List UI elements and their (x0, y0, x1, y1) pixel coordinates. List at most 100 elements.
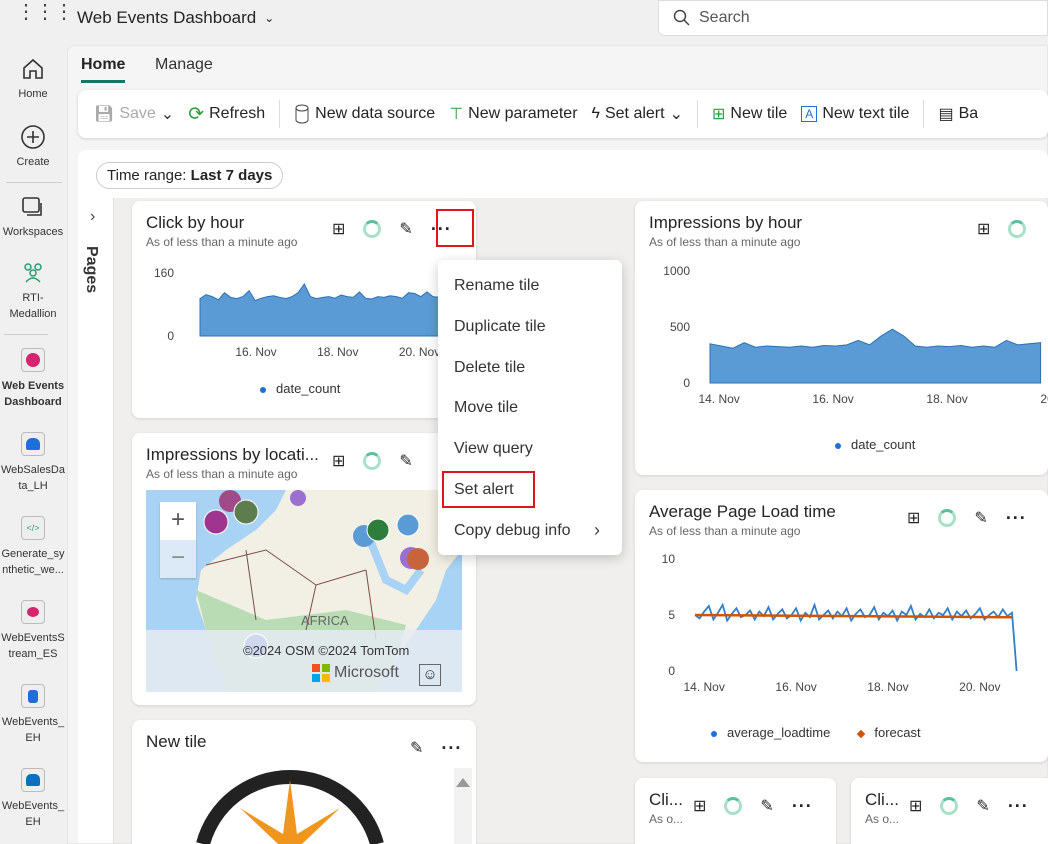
y-tick-label: 500 (670, 320, 690, 334)
x-tick-label: 20. Nov (399, 345, 440, 359)
legend-item[interactable]: date_count (835, 437, 915, 452)
nav-label: Create (16, 156, 50, 168)
tile-actions: ⊞ ✎ (332, 451, 413, 471)
more-options-icon[interactable]: ··· (1008, 797, 1029, 815)
menu-item-rename-tile[interactable]: Rename tile (454, 277, 539, 295)
nav-generate-synthetic[interactable]: </> Generate_synthetic_we... (0, 516, 66, 578)
search-input[interactable]: Search (658, 0, 1048, 36)
menu-item-duplicate-tile[interactable]: Duplicate tile (454, 318, 546, 336)
new-text-tile-button[interactable]: A New text tile (801, 105, 909, 123)
x-tick-label: 16. Nov (812, 392, 853, 406)
chevron-down-icon: ⌄ (669, 106, 683, 123)
menu-item-move-tile[interactable]: Move tile (454, 399, 518, 417)
legend-item[interactable]: forecast (857, 725, 921, 740)
table-search-icon[interactable]: ⊞ (693, 796, 706, 816)
scroll-up-icon[interactable] (456, 778, 470, 787)
separator (696, 100, 698, 128)
map-region-label: AFRICA (301, 613, 349, 628)
y-tick-label: 10 (662, 552, 676, 566)
refresh-label: Refresh (209, 105, 266, 122)
tile-title: New tile (146, 732, 207, 751)
nav-label: WebEvents_EH (1, 800, 65, 828)
lightning-icon: ϟ (591, 105, 600, 122)
table-search-icon[interactable]: ⊞ (977, 219, 990, 239)
dashboard-title-dropdown[interactable]: Web Events Dashboard ⌄ (77, 8, 274, 28)
pages-pane[interactable]: › Pages (78, 198, 114, 843)
time-range-label: Time range: (107, 167, 187, 184)
nav-webevents-eh-2[interactable]: WebEvents_EH (0, 768, 66, 830)
legend-item[interactable]: date_count (260, 381, 340, 396)
tile-impressions-by-location[interactable]: Impressions by locati... As of less than… (132, 433, 476, 705)
new-tile-button[interactable]: ⊞ New tile (712, 104, 787, 124)
pencil-icon[interactable]: ✎ (974, 508, 987, 528)
tile-subtitle: As of less than a minute ago (146, 235, 298, 249)
map[interactable]: AFRICA + − ©2024 OSM ©2024 TomTom Micros… (146, 490, 462, 692)
nav-workspaces[interactable]: Workspaces (0, 194, 66, 240)
tile-impressions-by-hour[interactable]: Impressions by hour As of less than a mi… (635, 201, 1048, 475)
table-search-icon[interactable]: ⊞ (907, 508, 920, 528)
y-tick-label: 0 (683, 376, 690, 390)
chevron-down-icon[interactable]: ⌄ (161, 104, 174, 124)
x-tick-label: 20. Nov (959, 680, 1000, 694)
tile-cli-1[interactable]: Cli... As o... ⊞ ✎ ··· (635, 778, 836, 844)
tile-cli-2[interactable]: Cli... As o... ⊞ ✎ ··· (851, 778, 1048, 844)
set-alert-button[interactable]: ϟ Set alert ⌄ (592, 104, 683, 124)
x-tick-label: 18. Nov (926, 392, 967, 406)
tab-home[interactable]: Home (81, 56, 126, 83)
database-icon (295, 104, 309, 124)
refresh-icon: ⟳ (188, 103, 205, 125)
time-range-filter[interactable]: Time range: Last 7 days (96, 162, 284, 189)
menu-item-copy-debug-info[interactable]: Copy debug info (454, 522, 571, 540)
tile-new-tile[interactable]: New tile ✎ ··· (132, 720, 476, 844)
chart-impressions-by-hour: 1000 500 0 14. Nov 16. Nov 18. Nov 20. Nov (663, 264, 1048, 406)
pencil-icon[interactable]: ✎ (399, 451, 412, 471)
nav-create[interactable]: Create (0, 124, 66, 170)
nav-webevents-eh-1[interactable]: WebEvents_EH (0, 684, 66, 746)
nav-rti-medallion[interactable]: RTI-Medallion (0, 260, 66, 322)
tile-actions: ⊞ (977, 219, 1027, 239)
tile-average-page-load[interactable]: Average Page Load time As of less than a… (635, 490, 1048, 762)
menu-item-view-query[interactable]: View query (454, 440, 533, 458)
table-search-icon[interactable]: ⊞ (332, 451, 345, 471)
nav-label: Home (18, 88, 48, 100)
pencil-icon[interactable]: ✎ (410, 738, 423, 758)
legend-label: date_count (851, 437, 916, 452)
feedback-smiley-button[interactable]: ☺ (419, 664, 441, 686)
pencil-icon[interactable]: ✎ (760, 796, 773, 816)
tile-title: Cli... (649, 790, 683, 809)
more-options-icon[interactable]: ··· (1006, 509, 1027, 527)
zoom-out-button[interactable]: − (160, 540, 196, 578)
table-search-icon[interactable]: ⊞ (332, 219, 345, 239)
nav-home[interactable]: Home (0, 56, 66, 102)
nav-web-events-dashboard[interactable]: Web Events Dashboard (0, 348, 66, 410)
legend-item[interactable]: average_loadtime (711, 725, 830, 740)
table-search-icon[interactable]: ⊞ (909, 796, 922, 816)
scrollbar[interactable] (454, 768, 472, 844)
loading-spinner-icon (1008, 220, 1027, 238)
new-data-source-button[interactable]: New data source (294, 104, 435, 124)
x-tick-label: 18. Nov (317, 345, 358, 359)
label: Set alert (604, 105, 665, 122)
zoom-in-button[interactable]: + (160, 502, 196, 540)
nav-websalesdata-lh[interactable]: WebSalesData_LH (0, 432, 66, 494)
tab-manage[interactable]: Manage (155, 56, 213, 74)
chevron-right-icon[interactable]: › (90, 208, 95, 226)
new-tile-icon: ⊞ (711, 106, 726, 123)
new-parameter-button[interactable]: ⊤ New parameter (449, 104, 577, 124)
divider (6, 182, 62, 183)
nav-label: WebEvents_EH (1, 716, 65, 744)
tile-click-by-hour[interactable]: Click by hour As of less than a minute a… (132, 201, 476, 418)
save-button[interactable]: 💾︎ Save ⌄ (94, 104, 174, 124)
base-query-button[interactable]: ▤ Ba (938, 104, 978, 124)
pencil-icon[interactable]: ✎ (976, 796, 989, 816)
pencil-icon[interactable]: ✎ (399, 219, 412, 239)
more-options-icon[interactable]: ··· (792, 797, 813, 815)
nav-webeventsstream-es[interactable]: WebEventsStream_ES (0, 600, 66, 662)
menu-item-delete-tile[interactable]: Delete tile (454, 359, 525, 377)
app-launcher-icon[interactable]: ⋮⋮⋮ (16, 2, 74, 22)
eventhouse-icon (21, 684, 45, 708)
refresh-button[interactable]: ⟳ Refresh (188, 103, 265, 126)
more-options-icon[interactable]: ··· (441, 739, 462, 757)
tile-subtitle: As o... (865, 812, 900, 826)
legend-label: average_loadtime (727, 725, 831, 740)
